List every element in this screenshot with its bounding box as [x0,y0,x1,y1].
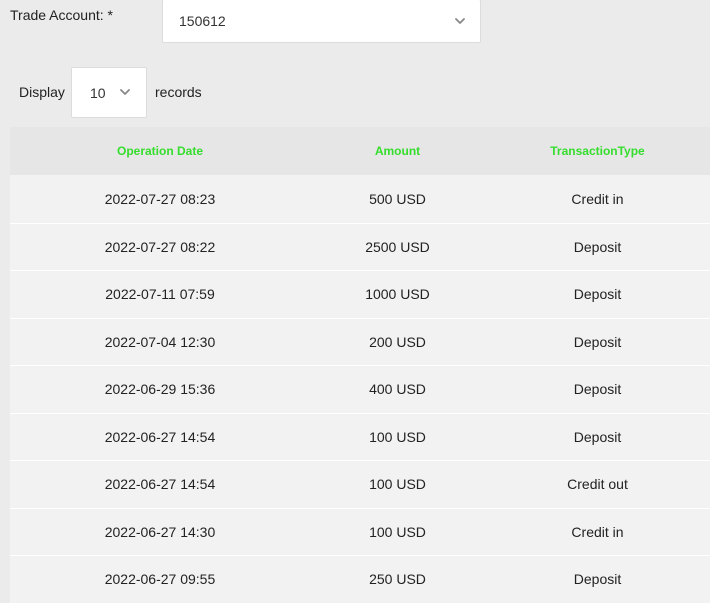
cell-transaction-type: Deposit [573,381,622,398]
cell-transaction-type: Deposit [573,238,622,255]
records-label: records [155,84,202,100]
column-header-transaction-type[interactable]: TransactionType [485,144,710,158]
page-size-value: 10 [90,84,106,101]
table-body: 2022-07-27 08:23 500 USD Credit in 2022-… [10,175,710,603]
cell-operation-date: 2022-06-27 14:54 [104,428,216,445]
cell-operation-date: 2022-07-27 08:22 [104,238,216,255]
table-row: 2022-07-11 07:59 1000 USD Deposit [10,270,710,318]
cell-amount: 250 USD [369,571,426,588]
table-row: 2022-07-04 12:30 200 USD Deposit [10,317,710,365]
cell-transaction-type: Deposit [573,571,622,588]
cell-operation-date: 2022-06-29 15:36 [104,381,216,398]
cell-amount: 100 USD [369,476,426,493]
table-row: 2022-07-27 08:23 500 USD Credit in [10,175,710,223]
cell-transaction-type: Deposit [573,428,622,445]
cell-operation-date: 2022-07-27 08:23 [104,190,216,207]
table-row: 2022-06-27 09:55 250 USD Deposit [10,555,710,603]
cell-amount: 100 USD [369,428,426,445]
table-row: 2022-06-27 14:30 100 USD Credit in [10,507,710,555]
cell-transaction-type: Deposit [573,286,622,303]
cell-transaction-type: Deposit [573,333,622,350]
cell-operation-date: 2022-07-04 12:30 [104,333,216,350]
transactions-table: Operation Date Amount TransactionType 20… [10,127,710,603]
chevron-down-icon [454,14,466,28]
cell-amount: 200 USD [369,333,426,350]
cell-transaction-type: Credit in [571,523,624,540]
page-size-select[interactable]: 10 [71,67,147,118]
trade-account-select[interactable]: 150612 [162,0,481,43]
table-header: Operation Date Amount TransactionType [10,127,710,175]
trade-account-value: 150612 [179,13,226,29]
cell-transaction-type: Credit out [567,476,628,493]
table-row: 2022-06-27 14:54 100 USD Credit out [10,460,710,508]
cell-amount: 100 USD [369,523,426,540]
cell-operation-date: 2022-06-27 14:54 [104,476,216,493]
cell-operation-date: 2022-06-27 09:55 [104,571,216,588]
chevron-down-icon [119,85,131,99]
cell-amount: 2500 USD [365,238,430,255]
trade-account-label: Trade Account: * [10,7,113,23]
column-header-operation-date[interactable]: Operation Date [10,144,310,158]
column-header-amount[interactable]: Amount [310,144,485,158]
display-label: Display [19,84,65,100]
table-row: 2022-07-27 08:22 2500 USD Deposit [10,222,710,270]
cell-amount: 500 USD [369,190,426,207]
cell-amount: 400 USD [369,381,426,398]
cell-transaction-type: Credit in [571,190,624,207]
cell-operation-date: 2022-07-11 07:59 [105,286,215,303]
cell-amount: 1000 USD [365,286,430,303]
table-row: 2022-06-27 14:54 100 USD Deposit [10,412,710,460]
cell-operation-date: 2022-06-27 14:30 [104,523,216,540]
table-row: 2022-06-29 15:36 400 USD Deposit [10,365,710,413]
